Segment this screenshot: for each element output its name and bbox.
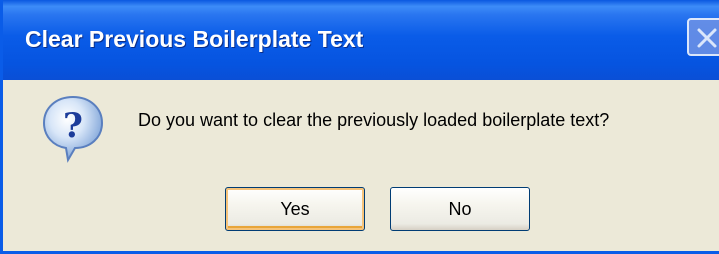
title-bar[interactable]: Clear Previous Boilerplate Text [3,0,719,80]
dialog-window: Clear Previous Boilerplate Text ? Do you… [0,0,719,254]
svg-text:?: ? [63,106,83,146]
dialog-title: Clear Previous Boilerplate Text [25,26,364,52]
yes-button[interactable]: Yes [225,187,365,231]
close-button[interactable] [687,18,719,56]
question-icon: ? [42,95,104,163]
close-icon [697,28,717,48]
no-button[interactable]: No [390,187,530,231]
dialog-message: Do you want to clear the previously load… [138,110,610,130]
dialog-body: ? Do you want to clear the previously lo… [3,80,719,251]
